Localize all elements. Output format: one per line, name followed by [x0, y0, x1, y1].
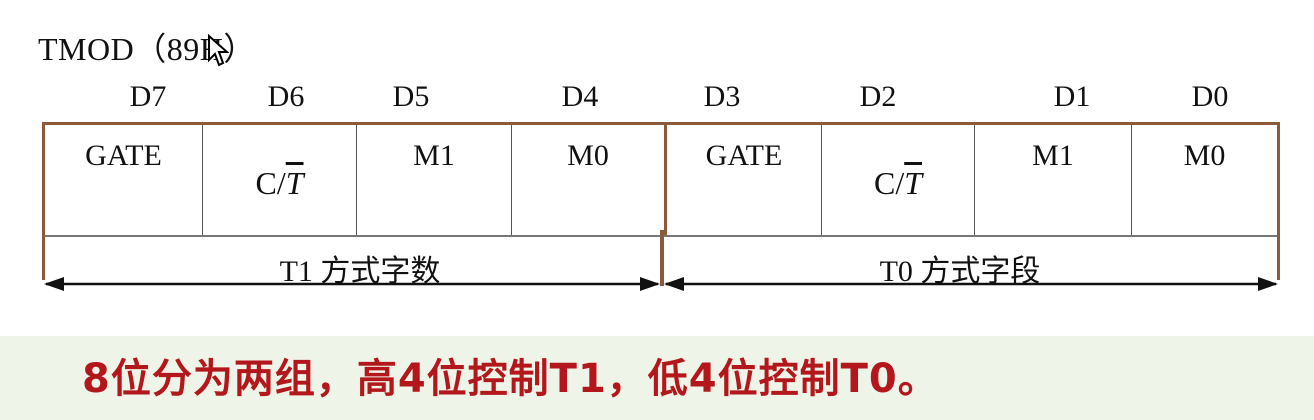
- bit-label-d7: D7: [129, 80, 167, 113]
- bit-label-d0: D0: [1191, 80, 1229, 113]
- cell-d1-m1: M1: [975, 125, 1132, 235]
- bit-label-d5: D5: [392, 80, 430, 113]
- bit-label-d2: D2: [859, 80, 897, 113]
- bit-label-d3: D3: [703, 80, 741, 113]
- cell-d2-ct: C/T: [822, 125, 975, 235]
- cell-d6-text: C/T: [255, 165, 304, 201]
- cell-d4-text: M0: [567, 139, 609, 172]
- bit-label-d4: D4: [561, 80, 599, 113]
- cell-d7-text: GATE: [85, 139, 162, 172]
- t0-group-label: T0 方式字段: [879, 255, 1041, 288]
- bit-label-d6: D6: [267, 80, 305, 113]
- cell-d3-gate: GATE: [667, 125, 822, 235]
- cell-d4-m0: M0: [512, 125, 667, 235]
- bit-label-d1: D1: [1053, 80, 1091, 113]
- cell-d3-text: GATE: [705, 139, 783, 172]
- cell-d2-text: C/T: [873, 165, 923, 201]
- cell-d6-ct: C/T: [203, 125, 357, 235]
- summary-text: 8位分为两组，高4位控制T1，低4位控制T0。: [82, 356, 939, 402]
- cell-d0-text: M0: [1183, 139, 1226, 172]
- t1-group-label: T1 方式字数: [279, 255, 441, 288]
- mouse-cursor-icon: [208, 34, 229, 67]
- cell-d7-gate: GATE: [45, 125, 203, 235]
- cell-d5-m1: M1: [357, 125, 512, 235]
- tmod-register-table: GATE C/T M1 M0 GATE C/T M1 M0: [42, 122, 1280, 237]
- cell-d5-text: M1: [413, 139, 455, 172]
- cell-d1-text: M1: [1032, 139, 1074, 172]
- cell-d0-m0: M0: [1132, 125, 1277, 235]
